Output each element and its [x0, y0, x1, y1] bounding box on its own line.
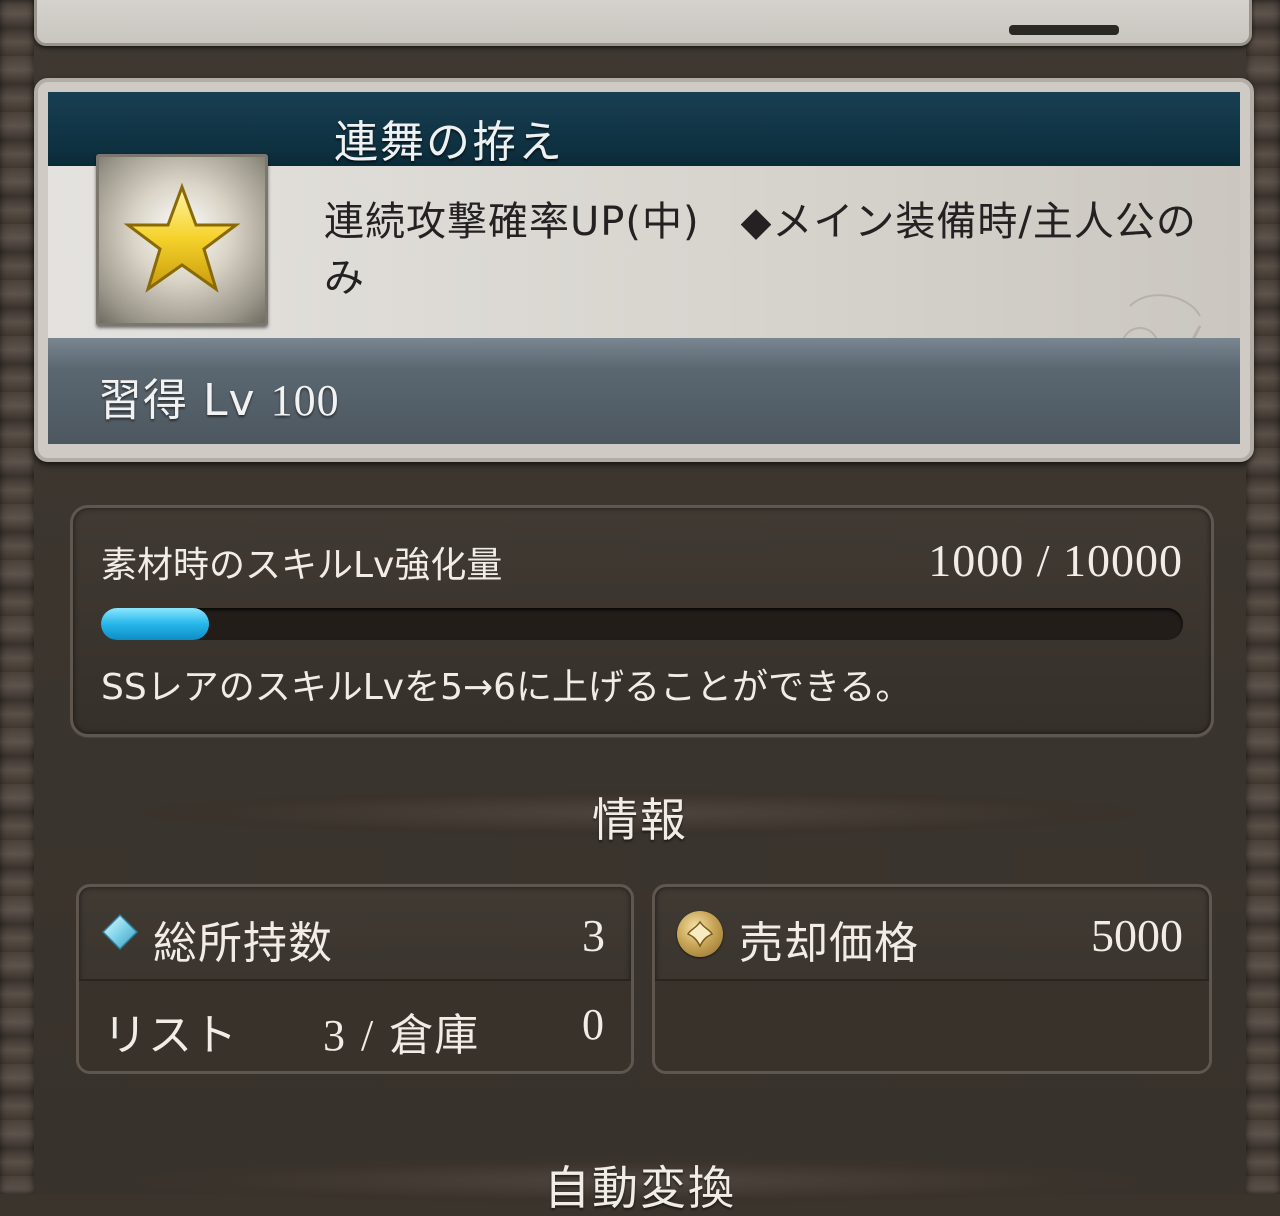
skill-description: 連続攻撃確率UP(中) ◆メイン装備時/主人公のみ: [324, 199, 1197, 301]
acquire-level-bar: 習得 Lv 100: [48, 338, 1240, 444]
coin-emblem: [686, 920, 714, 948]
section-header-auto-convert: 自動変換: [140, 1146, 1140, 1216]
section-title-info: 情報: [592, 793, 688, 847]
storage-value: 0: [582, 1000, 605, 1049]
top-panel-tab: [1009, 25, 1119, 35]
skill-lv-boost-value: 1000 / 10000: [928, 535, 1183, 586]
list-value: 3: [323, 1011, 346, 1060]
separator: /: [361, 1011, 375, 1060]
owned-count-panel: 総所持数 3 リスト 3 / 倉庫 0: [76, 884, 634, 1074]
sell-row: 売却価格 5000: [655, 887, 1209, 981]
skill-lv-progress-track: [101, 608, 1183, 640]
owned-value: 3: [582, 910, 605, 961]
skill-lv-progress-fill: [101, 608, 210, 640]
left-ornate-border: [0, 0, 34, 1194]
section-title-auto-convert: 自動変換: [544, 1161, 736, 1215]
skill-lv-boost-label: 素材時のスキルLv強化量: [101, 545, 503, 586]
acquire-level: 習得 Lv 100: [98, 364, 340, 428]
acquire-label: 習得: [98, 375, 188, 426]
sell-empty-row: [655, 981, 1209, 1071]
skill-card: 連舞の拵え 連続攻撃確率UP(中) ◆メイン装備時/主人公のみ 習得 Lv 10…: [34, 78, 1254, 462]
skill-lv-boost-note: SSレアのスキルLvを5→6に上げることができる。: [101, 667, 912, 708]
sell-label: 売却価格: [739, 918, 919, 969]
skill-name: 連舞の拵え: [334, 117, 564, 168]
list-storage-text: リスト 3 / 倉庫 0: [103, 999, 605, 1063]
list-label: リスト: [103, 1010, 238, 1061]
coin-icon: [677, 911, 723, 957]
acquire-lv-value: 100: [270, 376, 340, 425]
storage-label: 倉庫: [389, 1010, 480, 1061]
top-panel: [34, 0, 1252, 46]
sell-price-panel: 売却価格 5000: [652, 884, 1212, 1074]
diamond-icon: [101, 913, 139, 951]
acquire-lv-prefix: Lv: [203, 375, 256, 426]
list-storage-row: リスト 3 / 倉庫 0: [79, 981, 631, 1071]
skill-lv-boost-panel: 素材時のスキルLv強化量 1000 / 10000 SSレアのスキルLvを5→6…: [70, 505, 1214, 737]
owned-label: 総所持数: [153, 918, 333, 969]
section-header-info: 情報: [140, 778, 1140, 848]
star-icon: [123, 182, 241, 293]
sell-value: 5000: [1091, 910, 1183, 961]
owned-row: 総所持数 3: [79, 887, 631, 981]
skill-icon: [96, 154, 268, 326]
